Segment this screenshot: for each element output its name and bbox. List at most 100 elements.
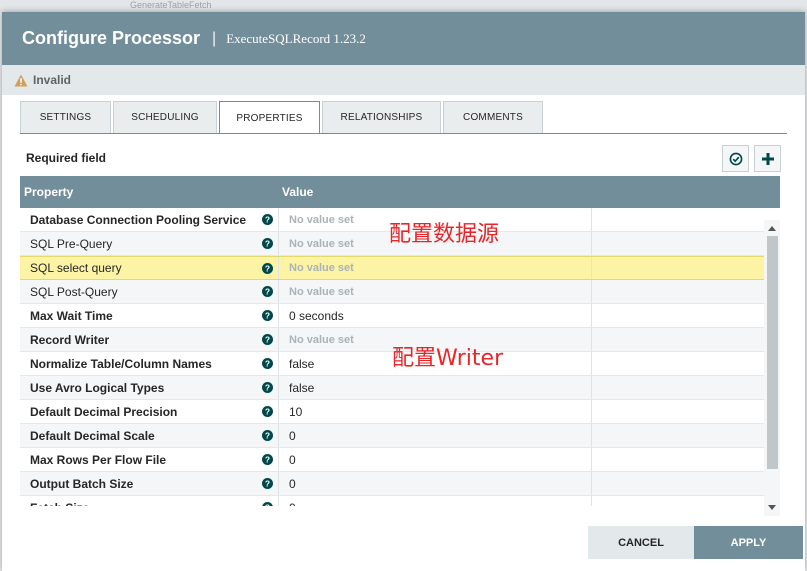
- property-name: SQL Pre-Query: [30, 236, 113, 251]
- property-name: Max Rows Per Flow File: [30, 452, 167, 467]
- property-name: Default Decimal Precision: [30, 404, 178, 419]
- help-icon[interactable]: ?: [256, 382, 278, 393]
- help-icon[interactable]: ?: [256, 478, 278, 489]
- scroll-down-icon[interactable]: [768, 505, 776, 510]
- tab-comments[interactable]: COMMENTS: [443, 101, 543, 133]
- property-value[interactable]: 0 seconds: [278, 304, 592, 327]
- svg-text:?: ?: [264, 479, 269, 489]
- processor-type: ExecuteSQLRecord 1.23.2: [226, 30, 366, 46]
- row-actions-cell: [592, 304, 780, 327]
- help-icon[interactable]: ?: [256, 286, 278, 297]
- table-row[interactable]: Output Batch Size? 0: [20, 472, 780, 496]
- add-property-button[interactable]: [754, 145, 781, 172]
- table-row[interactable]: SQL select query? No value set: [20, 256, 780, 280]
- property-name: Default Decimal Scale: [30, 428, 155, 443]
- help-icon[interactable]: ?: [256, 214, 278, 225]
- row-actions-cell: [592, 448, 780, 471]
- row-actions-cell: [592, 376, 780, 399]
- svg-text:?: ?: [264, 431, 269, 441]
- help-icon[interactable]: ?: [256, 454, 278, 465]
- background-processor-label: GenerateTableFetch: [130, 0, 212, 10]
- property-name: SQL Post-Query: [30, 284, 118, 299]
- header-value: Value: [282, 185, 314, 199]
- help-icon[interactable]: ?: [256, 502, 278, 506]
- row-actions-cell: [592, 472, 780, 495]
- svg-text:?: ?: [264, 455, 269, 465]
- tab-properties[interactable]: PROPERTIES: [219, 101, 320, 134]
- property-name: Record Writer: [30, 332, 110, 347]
- table-row[interactable]: Default Decimal Precision? 10: [20, 400, 780, 424]
- table-row[interactable]: Default Decimal Scale? 0: [20, 424, 780, 448]
- annotation-datasource: 配置数据源: [389, 222, 500, 247]
- validation-status-bar: Invalid: [2, 65, 805, 95]
- property-value[interactable]: 10: [278, 400, 592, 423]
- tab-bar: SETTINGS SCHEDULING PROPERTIES RELATIONS…: [20, 101, 545, 134]
- row-actions-cell: [592, 496, 780, 506]
- row-actions-cell: [592, 257, 780, 279]
- dialog-header: Configure Processor | ExecuteSQLRecord 1…: [2, 12, 805, 65]
- table-row[interactable]: Max Rows Per Flow File? 0: [20, 448, 780, 472]
- svg-text:?: ?: [264, 503, 269, 506]
- help-icon[interactable]: ?: [256, 238, 278, 249]
- svg-text:?: ?: [264, 335, 269, 345]
- tab-underline: [20, 133, 787, 134]
- title-separator: |: [212, 29, 217, 47]
- svg-text:?: ?: [264, 359, 269, 369]
- verify-icon: [729, 152, 742, 165]
- property-value[interactable]: 0: [278, 472, 592, 495]
- tab-relationships[interactable]: RELATIONSHIPS: [322, 101, 441, 133]
- help-icon[interactable]: ?: [256, 358, 278, 369]
- property-value[interactable]: 0: [278, 496, 592, 506]
- help-icon[interactable]: ?: [256, 310, 278, 321]
- svg-text:?: ?: [264, 239, 269, 249]
- help-icon[interactable]: ?: [256, 430, 278, 441]
- status-text: Invalid: [33, 73, 72, 87]
- header-property: Property: [24, 185, 74, 199]
- row-actions-cell: [592, 232, 780, 255]
- plus-icon: [761, 152, 774, 165]
- property-name: Use Avro Logical Types: [30, 380, 165, 395]
- scroll-thumb[interactable]: [767, 236, 778, 469]
- cancel-button[interactable]: CANCEL: [588, 526, 694, 559]
- svg-text:?: ?: [264, 383, 269, 393]
- tab-scheduling[interactable]: SCHEDULING: [113, 101, 217, 133]
- property-name: Database Connection Pooling Service: [30, 212, 247, 227]
- property-value[interactable]: No value set: [278, 257, 592, 279]
- row-actions-cell: [592, 328, 780, 351]
- table-row[interactable]: Use Avro Logical Types? false: [20, 376, 780, 400]
- help-icon[interactable]: ?: [256, 334, 278, 345]
- row-actions-cell: [592, 208, 780, 231]
- row-actions-cell: [592, 352, 780, 375]
- dialog-footer: CANCEL APPLY: [0, 524, 807, 559]
- warning-icon: [14, 74, 28, 86]
- property-name: Max Wait Time: [30, 308, 113, 323]
- help-icon[interactable]: ?: [256, 406, 278, 417]
- property-value[interactable]: No value set: [278, 280, 592, 303]
- apply-button[interactable]: APPLY: [694, 526, 803, 559]
- table-row[interactable]: SQL Post-Query? No value set: [20, 280, 780, 304]
- table-scrollbar[interactable]: [764, 220, 780, 516]
- row-actions-cell: [592, 400, 780, 423]
- verify-button[interactable]: [722, 145, 749, 172]
- property-name: SQL select query: [30, 261, 122, 275]
- help-icon[interactable]: ?: [256, 262, 278, 274]
- property-name: Fetch Size: [20, 501, 256, 507]
- svg-text:?: ?: [264, 311, 269, 321]
- property-value[interactable]: 0: [278, 448, 592, 471]
- property-value[interactable]: false: [278, 376, 592, 399]
- row-actions-cell: [592, 424, 780, 447]
- scroll-up-icon[interactable]: [768, 226, 776, 231]
- required-field-label: Required field: [26, 151, 107, 165]
- property-value[interactable]: 0: [278, 424, 592, 447]
- annotation-writer: 配置Writer: [392, 346, 504, 371]
- dialog-title: Configure Processor: [22, 28, 201, 48]
- svg-text:?: ?: [264, 407, 269, 417]
- row-actions-cell: [592, 280, 780, 303]
- table-row[interactable]: Fetch Size? 0: [20, 496, 780, 506]
- table-row[interactable]: Max Wait Time? 0 seconds: [20, 304, 780, 328]
- property-name: Normalize Table/Column Names: [30, 356, 212, 371]
- svg-text:?: ?: [264, 287, 269, 297]
- tab-settings[interactable]: SETTINGS: [20, 101, 111, 133]
- svg-text:?: ?: [264, 215, 269, 225]
- table-header: Property Value: [20, 176, 780, 208]
